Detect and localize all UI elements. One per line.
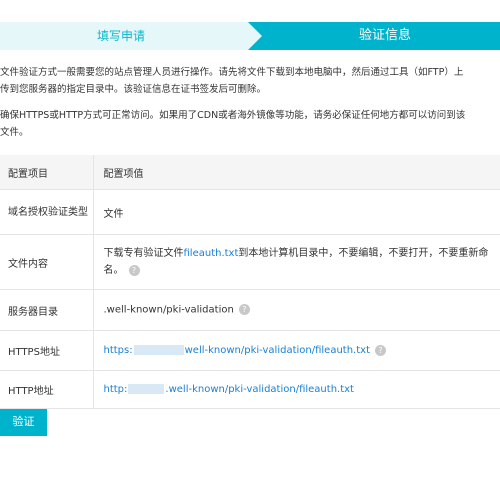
redacted-domain (128, 384, 165, 394)
notice-line-2: 传到您服务器的指定目录中。该验证信息在证书签发后可删除。 (0, 84, 267, 95)
https-url-prefix: https: (103, 345, 133, 357)
notice-line-1: 文件验证方式一般需要您的站点管理人员进行操作。请先将文件下载到本地电脑中，然后通… (0, 67, 464, 78)
content-prefix: 下载专有验证文件 (103, 248, 184, 259)
row-label-dir: 服务器目录 (0, 289, 93, 331)
table-row: HTTP地址 http: .well-known/pki-validation/f… (0, 370, 500, 409)
https-url-suffix: well-known/pki-validation/fileauth.txt (184, 345, 370, 357)
step-fill-application: 填写申请 (0, 22, 270, 50)
http-url-prefix: http: (103, 384, 128, 395)
row-label-content: 文件内容 (0, 234, 93, 290)
row-label-http: HTTP地址 (0, 370, 93, 409)
row-value-content: 下载专有验证文件fileauth.txt到本地计算机目录中，不要编辑，不要打开，… (92, 234, 500, 290)
verify-button[interactable]: 验证 (0, 409, 47, 436)
notice-line-3: 确保HTTPS或HTTP方式可正常访问。如果用了CDN或者海外镜像等功能，请务必… (0, 110, 466, 121)
row-value-dir: .well-known/pki-validation? (92, 289, 500, 331)
row-label-type: 域名授权验证类型 (0, 189, 93, 235)
step-verify-info: 验证信息 (248, 22, 500, 50)
step-fill-application-label: 填写申请 (97, 29, 146, 43)
header-config-value: 配置项值 (92, 155, 500, 190)
row-value-http: http: .well-known/pki-validation/fileauth… (92, 370, 500, 409)
table-header-row: 配置项目 配置项值 (0, 155, 500, 190)
content-suffix-2: 名。 (103, 265, 124, 276)
table-row: HTTPS地址 https: well-known/pki-validation/… (0, 330, 500, 371)
table-row: 域名授权验证类型 文件 (0, 189, 500, 235)
row-value-https: https: well-known/pki-validation/fileauth… (92, 330, 500, 371)
redacted-domain (133, 345, 184, 356)
download-file-link[interactable]: fileauth.txt (184, 248, 239, 259)
help-icon[interactable]: ? (375, 344, 386, 356)
row-value-type: 文件 (92, 189, 500, 235)
help-icon[interactable]: ? (238, 304, 250, 316)
http-url-suffix: .well-known/pki-validation/fileauth.txt (165, 384, 354, 395)
table-row: 服务器目录 .well-known/pki-validation? (0, 289, 500, 331)
verify-button-label: 验证 (12, 416, 35, 428)
dir-value: .well-known/pki-validation (103, 304, 234, 316)
help-icon[interactable]: ? (128, 264, 140, 276)
progress-steps: 填写申请 验证信息 (0, 22, 500, 50)
step-verify-info-label: 验证信息 (359, 28, 412, 43)
config-table: 配置项目 配置项值 域名授权验证类型 文件 文件内容 下载专有验证文件filea… (0, 155, 500, 409)
https-url-link[interactable]: https: well-known/pki-validation/fileauth… (103, 345, 370, 357)
table-row: 文件内容 下载专有验证文件fileauth.txt到本地计算机目录中，不要编辑，… (0, 234, 500, 290)
header-config-item: 配置项目 (0, 155, 93, 190)
notice-line-4: 文件。 (0, 127, 29, 138)
content-suffix-1: 到本地计算机目录中，不要编辑，不要打开，不要重新命 (238, 248, 489, 259)
http-url-link[interactable]: http: .well-known/pki-validation/fileauth… (104, 384, 354, 395)
row-label-https: HTTPS地址 (0, 330, 93, 371)
